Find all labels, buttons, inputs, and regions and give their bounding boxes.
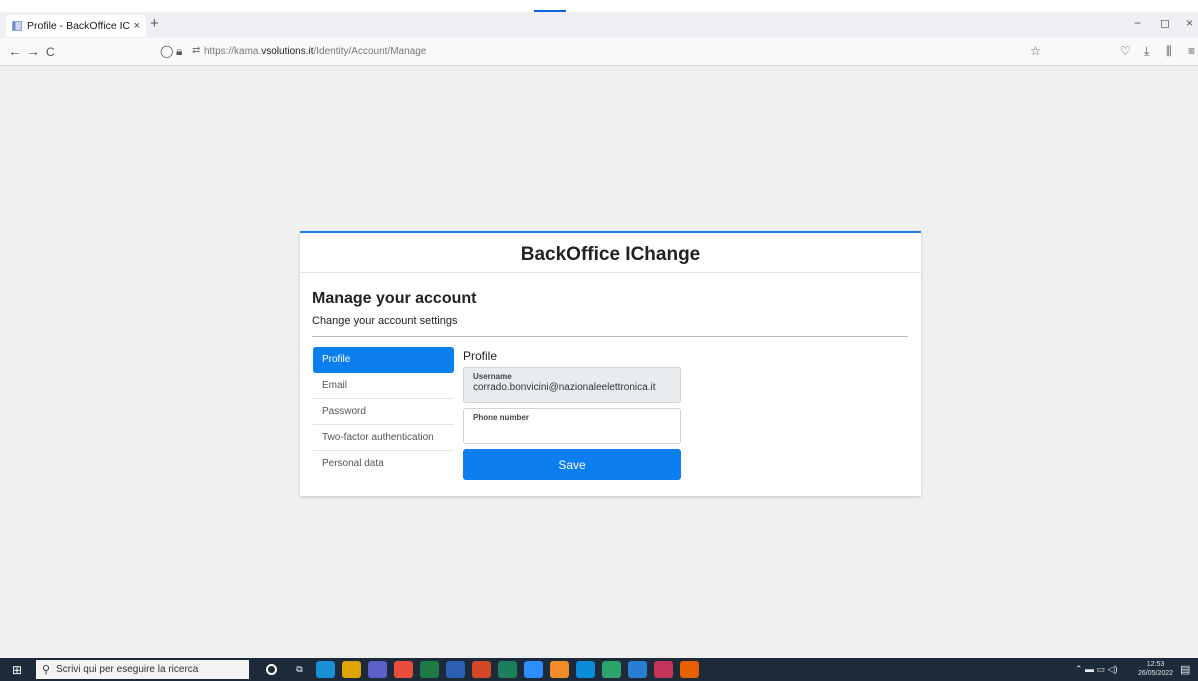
permissions-icon[interactable]: ⇄ — [192, 45, 200, 56]
outlook-icon[interactable] — [628, 661, 647, 678]
page-favicon-icon — [12, 21, 22, 31]
account-card: BackOffice IChange Manage your account C… — [300, 231, 921, 496]
clock-date: 26/05/2022 — [1138, 670, 1174, 677]
section-title: Profile — [463, 349, 498, 363]
teams-icon[interactable] — [368, 661, 387, 678]
window-top-strip — [0, 0, 1198, 12]
system-tray-icons[interactable]: ⌃ ▬ ▭ ◁) — [1075, 664, 1117, 675]
url-bar[interactable]: https://kama.vsolutions.it/Identity/Acco… — [204, 46, 426, 57]
page-title: Manage your account — [312, 290, 477, 307]
clock-time: 12:53 — [1146, 661, 1165, 668]
menu-item-personal-data[interactable]: Personal data — [313, 451, 454, 477]
navigation-bar: ← → C ◯ 🔒︎ ⇄ https://kama.vsolutions.it/… — [0, 38, 1198, 66]
save-button[interactable]: Save — [463, 449, 681, 480]
notifications-icon[interactable]: ▤ — [1180, 663, 1190, 676]
tab-title: Profile - BackOffice IChange — [27, 20, 130, 32]
username-field: Username corrado.bonvicini@nazionaleelet… — [463, 367, 681, 403]
browser-tab[interactable]: Profile - BackOffice IChange × — [6, 15, 146, 37]
zoom-icon[interactable] — [524, 661, 543, 678]
excel-icon[interactable] — [420, 661, 439, 678]
username-value: corrado.bonvicini@nazionaleelettronica.i… — [473, 382, 656, 393]
taskbar-clock[interactable]: 12:53 26/05/2022 — [1138, 660, 1173, 678]
windows-start-icon[interactable]: ⊞ — [12, 663, 22, 677]
word-icon[interactable] — [446, 661, 465, 678]
taskbar-apps: ⧉ — [262, 661, 706, 678]
firefox-icon[interactable] — [680, 661, 699, 678]
account-menu: Profile Email Password Two-factor authen… — [313, 347, 454, 477]
app-icon[interactable] — [654, 661, 673, 678]
powerpoint-icon[interactable] — [472, 661, 491, 678]
username-label: Username — [473, 372, 512, 381]
chrome-icon[interactable] — [394, 661, 413, 678]
skype-icon[interactable] — [576, 661, 595, 678]
section-divider — [312, 336, 908, 337]
minimize-icon[interactable]: − — [1134, 16, 1141, 30]
pocket-icon[interactable]: ♡ — [1120, 44, 1131, 58]
phone-number-label: Phone number — [473, 413, 530, 422]
file-explorer-icon[interactable] — [342, 661, 361, 678]
restore-icon[interactable]: ◻ — [1160, 16, 1170, 30]
menu-item-email[interactable]: Email — [313, 373, 454, 399]
task-view-icon[interactable]: ⧉ — [290, 661, 309, 678]
window-close-icon[interactable]: × — [1186, 16, 1193, 30]
page-subtitle: Change your account settings — [312, 315, 458, 327]
android-studio-icon[interactable] — [602, 661, 621, 678]
taskbar-search-input[interactable]: ⚲ Scrivi qui per eseguire la ricerca — [36, 660, 249, 679]
lock-icon[interactable]: 🔒︎ — [176, 44, 182, 59]
menu-item-two-factor[interactable]: Two-factor authentication — [313, 425, 454, 451]
cortana-icon[interactable] — [266, 664, 277, 675]
tab-bar: Profile - BackOffice IChange × — [0, 12, 1198, 38]
forward-icon[interactable]: → — [26, 43, 40, 59]
brand-title: BackOffice IChange — [300, 233, 921, 273]
phone-number-field[interactable]: Phone number — [463, 408, 681, 444]
tracking-shield-icon[interactable]: ◯ — [160, 44, 173, 58]
back-icon[interactable]: ← — [8, 43, 22, 59]
menu-item-password[interactable]: Password — [313, 399, 454, 425]
menu-item-profile[interactable]: Profile — [313, 347, 454, 373]
bookmark-star-icon[interactable]: ☆ — [1030, 44, 1041, 58]
downloads-icon[interactable]: ⤓ — [1144, 44, 1149, 59]
windows-taskbar: ⊞ ⚲ Scrivi qui per eseguire la ricerca ⧉… — [0, 658, 1198, 681]
new-tab-button[interactable]: + — [150, 15, 159, 32]
project-icon[interactable] — [498, 661, 517, 678]
menu-icon[interactable]: ≡ — [1188, 44, 1195, 58]
tab-close-icon[interactable]: × — [134, 20, 140, 32]
library-icon[interactable]: ⫼ — [1166, 44, 1172, 59]
search-placeholder: Scrivi qui per eseguire la ricerca — [56, 664, 199, 675]
git-icon[interactable] — [550, 661, 569, 678]
search-icon: ⚲ — [42, 664, 51, 676]
edge-icon[interactable] — [316, 661, 335, 678]
reload-icon[interactable]: C — [46, 45, 55, 59]
